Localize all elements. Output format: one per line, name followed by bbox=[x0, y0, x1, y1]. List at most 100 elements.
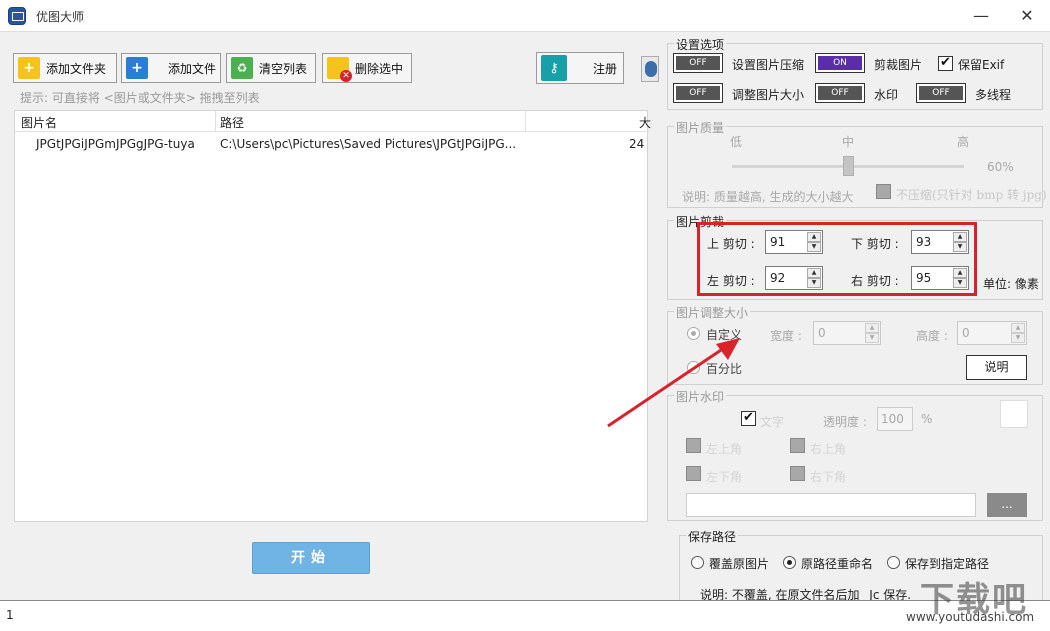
table-header: 图片名 路径 大 bbox=[15, 111, 651, 132]
exif-label: 保留Exif bbox=[958, 58, 1005, 72]
save-overwrite-radio[interactable] bbox=[691, 556, 704, 569]
multithread-toggle[interactable]: OFF bbox=[916, 83, 966, 103]
app-icon bbox=[8, 7, 26, 25]
arrow-up-icon[interactable]: ▲ bbox=[807, 232, 821, 242]
minimize-button[interactable]: — bbox=[958, 0, 1004, 32]
resize-height-stepper[interactable]: 0 ▲ ▼ bbox=[957, 321, 1027, 345]
wm-text-input[interactable] bbox=[686, 493, 976, 517]
wm-top-right-checkbox[interactable] bbox=[790, 438, 805, 453]
add-file-icon: + bbox=[126, 57, 148, 79]
add-file-button[interactable]: + 添加文件 bbox=[121, 53, 221, 83]
crop-bottom-stepper[interactable]: 93 ▲ ▼ bbox=[911, 230, 969, 254]
row-file-name[interactable]: JPGtJPGiJPGmJPGgJPG-tuya bbox=[36, 137, 195, 151]
quality-note: 说明: 质量越高, 生成的大小越大 bbox=[682, 190, 854, 204]
avatar[interactable] bbox=[641, 56, 659, 82]
save-rename-label: 原路径重命名 bbox=[801, 557, 874, 571]
wm-text-label: 文字 bbox=[760, 415, 785, 429]
title-bar: 优图大师 — ✕ bbox=[0, 0, 1050, 32]
annotation-arrow bbox=[607, 338, 740, 428]
row-file-size[interactable]: 24 bbox=[629, 137, 644, 151]
save-rename-radio[interactable] bbox=[783, 556, 796, 569]
arrow-down-icon[interactable]: ▼ bbox=[807, 278, 821, 288]
crop-toggle[interactable]: ON bbox=[815, 53, 865, 73]
watermark-toggle[interactable]: OFF bbox=[815, 83, 865, 103]
crop-left-label: 左 剪切 : bbox=[707, 274, 755, 288]
wm-opacity-label: 透明度 : bbox=[823, 415, 867, 429]
crop-right-label: 右 剪切 : bbox=[851, 274, 899, 288]
register-button[interactable]: ⚷ 注册 bbox=[536, 52, 624, 84]
settings-title: 设置选项 bbox=[674, 36, 727, 53]
add-folder-button[interactable]: + 添加文件夹 bbox=[13, 53, 117, 83]
no-compress-checkbox[interactable] bbox=[876, 184, 891, 199]
col-size[interactable]: 大 bbox=[639, 114, 651, 131]
crop-label: 剪裁图片 bbox=[874, 58, 923, 72]
delete-selected-button[interactable]: ✕ 删除选中 bbox=[322, 53, 412, 83]
browse-button[interactable]: ... bbox=[987, 493, 1027, 517]
key-icon: ⚷ bbox=[541, 55, 567, 81]
resize-width-stepper[interactable]: 0 ▲ ▼ bbox=[813, 321, 881, 345]
delete-selected-label: 删除选中 bbox=[355, 61, 404, 76]
window-title: 优图大师 bbox=[36, 10, 85, 24]
col-name[interactable]: 图片名 bbox=[21, 114, 57, 131]
explain-button[interactable]: 说明 bbox=[966, 355, 1027, 380]
crop-top-label: 上 剪切 : bbox=[707, 237, 755, 251]
row-file-path[interactable]: C:\Users\pc\Pictures\Saved Pictures\JPGt… bbox=[220, 137, 516, 151]
compress-toggle[interactable]: OFF bbox=[673, 53, 723, 73]
quality-title: 图片质量 bbox=[674, 119, 727, 136]
resize-label: 调整图片大小 bbox=[732, 88, 805, 102]
no-compress-label: 不压缩(只针对 bmp 转 jpg) bbox=[896, 188, 1047, 202]
wm-bottom-right-checkbox[interactable] bbox=[790, 466, 805, 481]
wm-bottom-left-label: 左下角 bbox=[706, 470, 743, 484]
arrow-down-icon[interactable]: ▼ bbox=[953, 278, 967, 288]
crop-bottom-label: 下 剪切 : bbox=[851, 237, 899, 251]
register-label: 注册 bbox=[593, 61, 618, 76]
exif-checkbox[interactable]: ✔ bbox=[938, 56, 953, 71]
site-url: www.youtudashi.com bbox=[906, 610, 1035, 624]
status-bar: 1 bbox=[0, 600, 1050, 631]
quality-value: 60% bbox=[987, 160, 1014, 174]
status-text: 1 bbox=[6, 608, 14, 622]
quality-high-label: 高 bbox=[957, 135, 970, 149]
wm-bottom-left-checkbox[interactable] bbox=[686, 466, 701, 481]
arrow-up-icon[interactable]: ▲ bbox=[953, 232, 967, 242]
wm-top-left-checkbox[interactable] bbox=[686, 438, 701, 453]
multithread-label: 多线程 bbox=[975, 88, 1012, 102]
recycle-icon: ♻ bbox=[231, 57, 253, 79]
crop-top-stepper[interactable]: 91 ▲ ▼ bbox=[765, 230, 823, 254]
crop-right-stepper[interactable]: 95 ▲ ▼ bbox=[911, 266, 969, 290]
resize-toggle[interactable]: OFF bbox=[673, 83, 723, 103]
compress-label: 设置图片压缩 bbox=[732, 58, 805, 72]
crop-unit: 单位: 像素 bbox=[983, 277, 1039, 291]
arrow-head bbox=[716, 338, 740, 360]
arrow-down-icon[interactable]: ▼ bbox=[953, 242, 967, 252]
save-title: 保存路径 bbox=[686, 528, 739, 545]
col-path[interactable]: 路径 bbox=[220, 114, 244, 131]
save-custom-radio[interactable] bbox=[887, 556, 900, 569]
quality-slider-thumb[interactable] bbox=[843, 156, 854, 176]
clear-list-label: 清空列表 bbox=[259, 61, 308, 76]
wm-bottom-right-label: 右下角 bbox=[810, 470, 847, 484]
wm-opacity-input[interactable]: 100 bbox=[877, 407, 913, 431]
quality-low-label: 低 bbox=[730, 135, 743, 149]
wm-top-right-label: 右上角 bbox=[810, 442, 847, 456]
arrow-up-icon[interactable]: ▲ bbox=[807, 268, 821, 278]
watermark-label: 水印 bbox=[874, 88, 899, 102]
wm-color-swatch[interactable] bbox=[1000, 400, 1028, 428]
arrow-down-icon[interactable]: ▼ bbox=[807, 242, 821, 252]
delete-folder-icon: ✕ bbox=[327, 57, 352, 82]
arrow-shaft bbox=[607, 342, 731, 428]
add-folder-label: 添加文件夹 bbox=[46, 61, 107, 76]
crop-left-stepper[interactable]: 92 ▲ ▼ bbox=[765, 266, 823, 290]
save-custom-label: 保存到指定路径 bbox=[905, 557, 990, 571]
start-button[interactable]: 开始 bbox=[252, 542, 370, 574]
resize-width-label: 宽度 : bbox=[770, 329, 802, 343]
clear-list-button[interactable]: ♻ 清空列表 bbox=[226, 53, 316, 83]
wm-top-left-label: 左上角 bbox=[706, 442, 743, 456]
save-overwrite-label: 覆盖原图片 bbox=[709, 557, 770, 571]
add-file-label: 添加文件 bbox=[168, 61, 217, 76]
arrow-up-icon[interactable]: ▲ bbox=[953, 268, 967, 278]
file-table[interactable]: 图片名 路径 大 JPGtJPGiJPGmJPGgJPG-tuya C:\Use… bbox=[14, 110, 651, 522]
add-folder-icon: + bbox=[18, 57, 40, 79]
quality-mid-label: 中 bbox=[842, 135, 855, 149]
close-button[interactable]: ✕ bbox=[1004, 0, 1050, 32]
